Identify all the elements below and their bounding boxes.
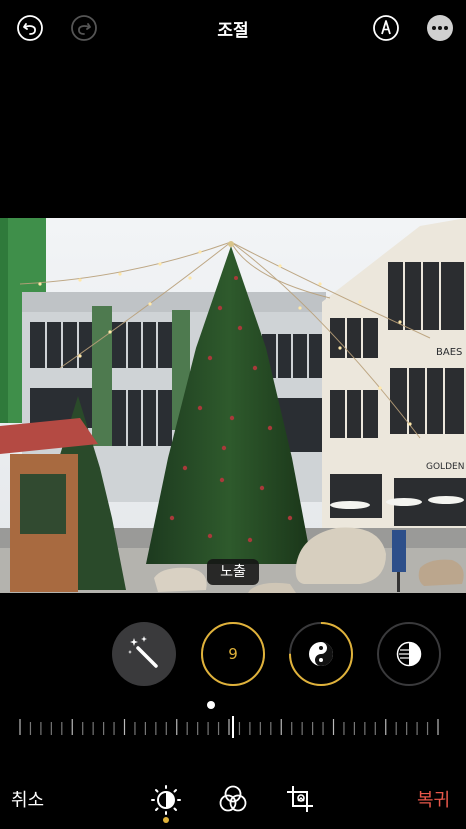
active-tab-indicator xyxy=(163,817,169,823)
crop-tab[interactable] xyxy=(285,784,315,814)
slider-zero-dot xyxy=(207,701,215,709)
auto-enhance-button[interactable] xyxy=(112,622,176,686)
yin-yang-icon xyxy=(308,641,334,671)
revert-button[interactable]: 복귀 xyxy=(417,786,450,812)
highlights-button[interactable] xyxy=(377,622,441,686)
exposure-button[interactable]: 9 xyxy=(201,622,265,686)
sign-golden: GOLDEN xyxy=(426,462,464,472)
highlights-icon xyxy=(396,641,422,671)
cancel-button[interactable]: 취소 xyxy=(11,786,44,812)
filters-tab[interactable] xyxy=(218,784,248,814)
active-tool-label: 노출 xyxy=(207,559,259,585)
filters-icon xyxy=(218,785,248,818)
exposure-slider[interactable] xyxy=(18,716,440,738)
crop-icon xyxy=(285,786,315,818)
markup-pen-icon[interactable] xyxy=(372,14,400,42)
brilliance-button[interactable] xyxy=(289,622,353,686)
adjust-tab[interactable] xyxy=(150,784,182,816)
magic-wand-icon xyxy=(128,636,160,674)
sign-baes: BAES xyxy=(436,347,462,358)
photo-preview: BAES GOLDEN xyxy=(0,218,466,593)
exposure-value: 9 xyxy=(228,645,238,663)
more-ellipsis-icon[interactable] xyxy=(426,14,454,42)
